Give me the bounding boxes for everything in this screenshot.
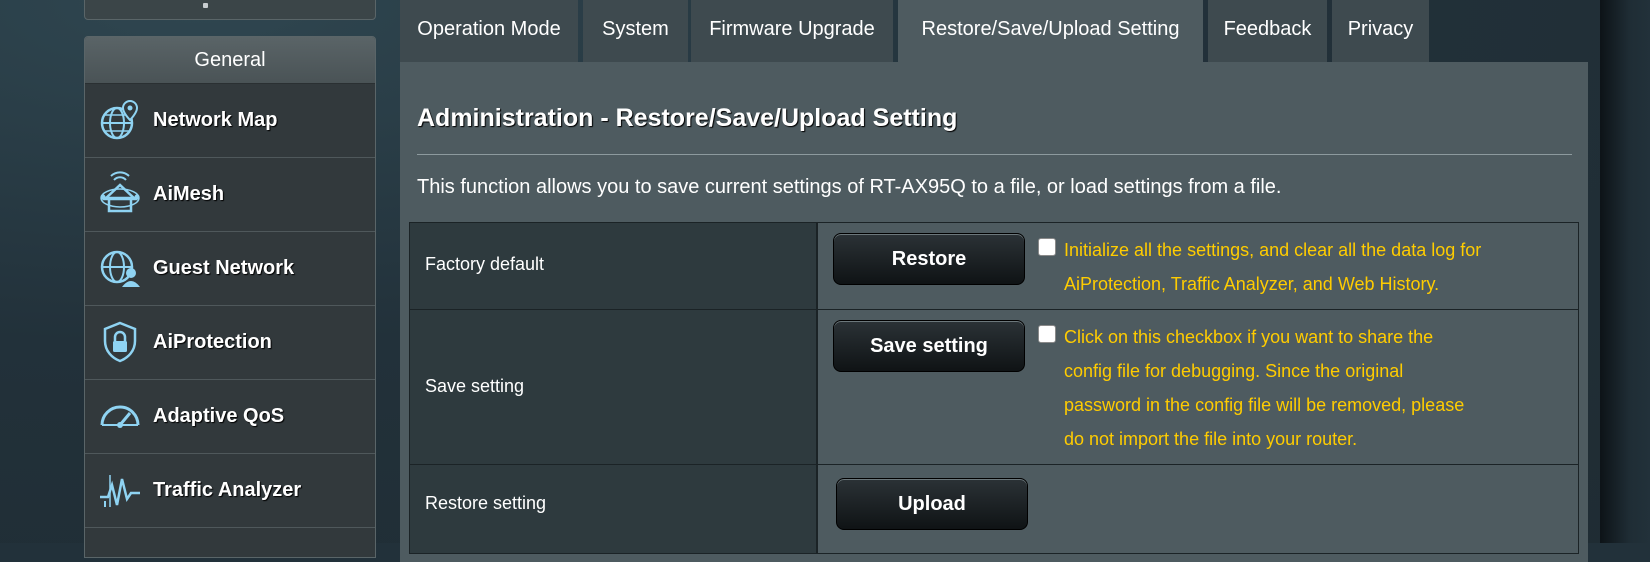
factory-note-line2: AiProtection, Traffic Analyzer, and Web … (1064, 274, 1440, 294)
tab-firmware-upgrade[interactable]: Firmware Upgrade (691, 0, 893, 62)
sidebar: General Network Map AiMesh Guest Network… (84, 36, 376, 558)
table-row-factory-default: Factory default Restore Initialize all t… (409, 222, 1579, 310)
row-label-cell: Factory default (409, 222, 817, 310)
main-panel: Administration - Restore/Save/Upload Set… (400, 62, 1588, 562)
speedometer-icon (100, 405, 140, 428)
row-label-cell: Save setting (409, 309, 817, 465)
tab-restore-save-upload[interactable]: Restore/Save/Upload Setting (898, 0, 1203, 62)
row-label: Save setting (425, 376, 525, 396)
tab-system[interactable]: System (583, 0, 688, 62)
factory-note-line1: Initialize all the settings, and clear a… (1064, 240, 1482, 260)
restore-button[interactable]: Restore (833, 233, 1025, 285)
row-label: Factory default (425, 254, 545, 274)
row-content-cell: Save setting Click on this checkbox if y… (817, 309, 1579, 465)
sidebar-item-network-map[interactable]: Network Map (85, 84, 375, 158)
tab-feedback[interactable]: Feedback (1208, 0, 1327, 62)
traffic-analyzer-icon (100, 475, 140, 507)
table-row-save-setting: Save setting Save setting Click on this … (409, 309, 1579, 465)
sidebar-item-label: Network Map (153, 109, 278, 131)
save-setting-button[interactable]: Save setting (833, 320, 1025, 372)
row-content-cell: Restore Initialize all the settings, and… (817, 222, 1579, 310)
sidebar-item-label: Traffic Analyzer (153, 479, 302, 501)
sidebar-item-label: AiProtection (153, 331, 272, 353)
right-edge-shadow (1600, 0, 1650, 543)
title-divider (417, 154, 1572, 155)
upload-button[interactable]: Upload (836, 478, 1028, 530)
tab-privacy[interactable]: Privacy (1332, 0, 1429, 62)
globe-pin-icon (100, 99, 139, 140)
tab-operation-mode[interactable]: Operation Mode (400, 0, 578, 62)
initialize-checkbox[interactable] (1038, 238, 1056, 256)
sidebar-top-marker (203, 3, 208, 8)
share-config-checkbox[interactable] (1038, 325, 1056, 343)
row-label: Restore setting (425, 493, 547, 513)
sidebar-item-label: AiMesh (153, 183, 225, 205)
sidebar-item-adaptive-qos[interactable]: Adaptive QoS (85, 380, 375, 454)
sidebar-header-general: General (85, 37, 375, 84)
row-content-cell: Upload (817, 464, 1579, 554)
shield-lock-icon (103, 321, 137, 363)
sidebar-item-guest-network[interactable]: Guest Network (85, 232, 375, 306)
table-row-restore-setting: Restore setting Upload (409, 464, 1579, 554)
save-note-line1: Click on this checkbox if you want to sh… (1064, 327, 1434, 347)
sidebar-item-traffic-analyzer[interactable]: Traffic Analyzer (85, 454, 375, 528)
row-label-cell: Restore setting (409, 464, 817, 554)
sidebar-item-label: Adaptive QoS (153, 405, 285, 427)
sidebar-item-aimesh[interactable]: AiMesh (85, 158, 375, 232)
sidebar-item-aiprotection[interactable]: AiProtection (85, 306, 375, 380)
save-note-line4: do not import the file into your router. (1064, 429, 1358, 449)
guest-network-icon (100, 250, 140, 287)
sidebar-top-menu-block (84, 0, 376, 20)
save-note-line3: password in the config file will be remo… (1064, 395, 1465, 415)
page-title: Administration - Restore/Save/Upload Set… (417, 104, 958, 132)
aimesh-icon (100, 171, 140, 213)
sidebar-item-label: Guest Network (153, 257, 295, 279)
save-note-line2: config file for debugging. Since the ori… (1064, 361, 1404, 381)
page-description: This function allows you to save current… (417, 176, 1282, 198)
